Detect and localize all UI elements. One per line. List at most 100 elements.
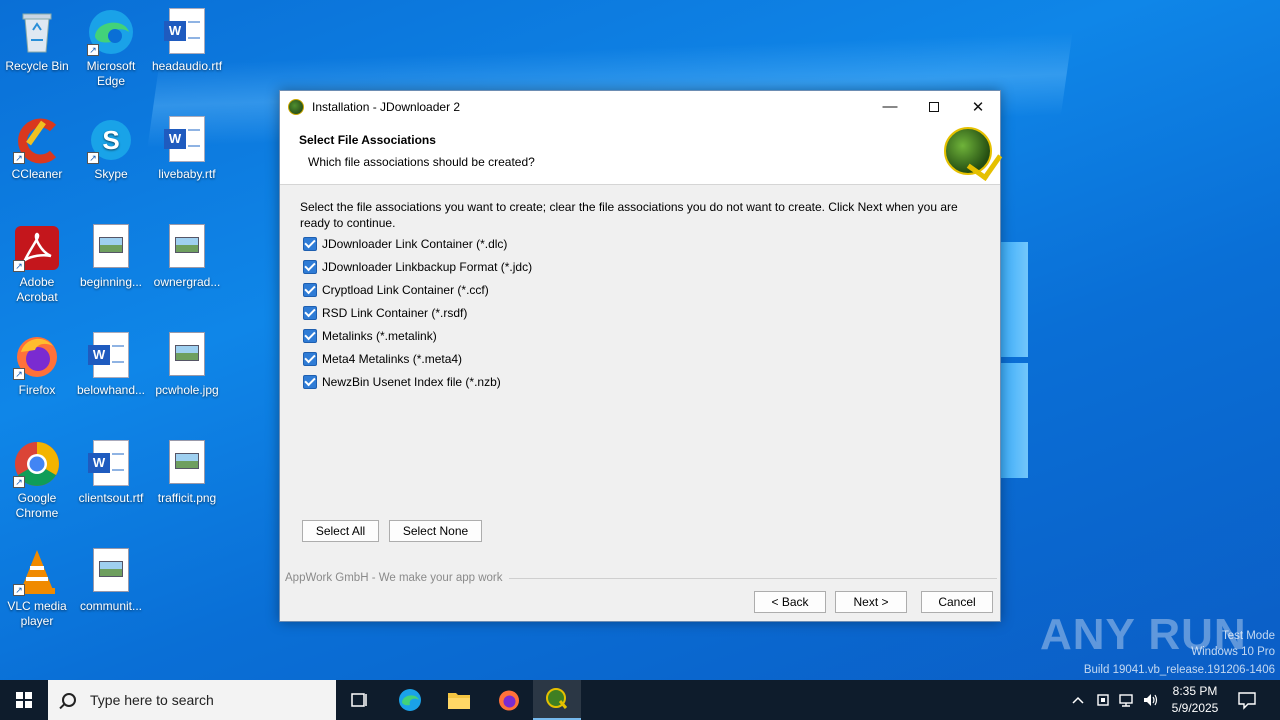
image-file-icon <box>163 224 211 272</box>
checkbox-checked-icon[interactable] <box>303 260 317 274</box>
network-icon <box>1119 694 1133 707</box>
checkbox-checked-icon[interactable] <box>303 237 317 251</box>
shortcut-arrow-icon: ↗ <box>13 476 25 488</box>
desktop-icon-headaudio[interactable]: W headaudio.rtf <box>150 8 224 74</box>
association-metalink[interactable]: Metalinks (*.metalink) <box>303 327 437 345</box>
word-document-icon: W <box>87 440 135 488</box>
wizard-header: Select File Associations Which file asso… <box>280 123 1000 185</box>
page-subtitle: Which file associations should be create… <box>308 155 535 169</box>
tray-network[interactable] <box>1118 680 1136 720</box>
edge-icon <box>399 689 421 711</box>
association-meta4[interactable]: Meta4 Metalinks (*.meta4) <box>303 350 462 368</box>
search-icon <box>62 693 76 707</box>
jdownloader-icon <box>546 688 568 709</box>
maximize-button[interactable] <box>912 91 956 122</box>
taskbar-jdownloader[interactable] <box>533 680 581 720</box>
desktop-icon-belowhand[interactable]: W belowhand... <box>74 332 148 398</box>
association-label: Cryptload Link Container (*.ccf) <box>322 283 489 297</box>
tray-volume[interactable] <box>1142 680 1160 720</box>
desktop-icon-ccleaner[interactable]: ↗ CCleaner <box>0 116 74 182</box>
taskbar-clock[interactable]: 8:35 PM 5/9/2025 <box>1160 683 1230 717</box>
taskbar-file-explorer[interactable] <box>435 680 483 720</box>
skype-icon: S ↗ <box>87 116 135 164</box>
jdownloader-logo-icon <box>944 127 992 175</box>
chrome-icon: ↗ <box>13 440 61 488</box>
select-none-button[interactable]: Select None <box>389 520 482 542</box>
installer-dialog: Installation - JDownloader 2 — ✕ Select … <box>279 90 1001 622</box>
desktop-icon-pcwhole[interactable]: pcwhole.jpg <box>150 332 224 398</box>
association-jdc[interactable]: JDownloader Linkbackup Format (*.jdc) <box>303 258 532 276</box>
taskbar: Type here to search <box>0 680 1280 720</box>
desktop-icon-clientsout[interactable]: W clientsout.rtf <box>74 440 148 506</box>
shortcut-arrow-icon: ↗ <box>87 44 99 56</box>
next-button[interactable]: Next > <box>835 591 907 613</box>
minimize-button[interactable]: — <box>868 91 912 122</box>
instructions-text: Select the file associations you want to… <box>300 200 958 230</box>
desktop-icon-livebaby[interactable]: W livebaby.rtf <box>150 116 224 182</box>
image-file-icon <box>163 332 211 380</box>
cancel-button[interactable]: Cancel <box>921 591 993 613</box>
association-nzb[interactable]: NewzBin Usenet Index file (*.nzb) <box>303 373 501 391</box>
taskbar-edge[interactable] <box>386 680 434 720</box>
clock-time: 8:35 PM <box>1172 684 1218 698</box>
wizard-content: Select the file associations you want to… <box>280 185 1000 621</box>
notification-center-button[interactable] <box>1236 680 1258 720</box>
shortcut-arrow-icon: ↗ <box>13 260 25 272</box>
desktop-icon-chrome[interactable]: ↗ Google Chrome <box>0 440 74 521</box>
window-title: Installation - JDownloader 2 <box>312 100 461 114</box>
select-all-button[interactable]: Select All <box>302 520 379 542</box>
tray-security[interactable] <box>1094 680 1112 720</box>
desktop-icon-trafficit[interactable]: trafficit.png <box>150 440 224 506</box>
desktop-icon-edge[interactable]: ↗ Microsoft Edge <box>74 8 148 89</box>
notification-icon <box>1238 692 1256 710</box>
image-file-icon <box>163 440 211 488</box>
association-label: JDownloader Linkbackup Format (*.jdc) <box>322 260 533 274</box>
image-file-icon <box>87 224 135 272</box>
footer-brand: AppWork GmbH - We make your app work <box>285 572 503 584</box>
acrobat-icon: ↗ <box>13 224 61 272</box>
search-placeholder: Type here to search <box>90 692 214 708</box>
firefox-icon: ↗ <box>13 332 61 380</box>
start-button[interactable] <box>0 680 48 720</box>
desktop-icon-ownergrad[interactable]: ownergrad... <box>150 224 224 290</box>
taskbar-firefox[interactable] <box>485 680 533 720</box>
recycle-bin-icon <box>13 8 61 56</box>
taskbar-search-box[interactable]: Type here to search <box>48 680 336 720</box>
svg-text:S: S <box>102 125 119 155</box>
desktop-icon-communit[interactable]: communit... <box>74 548 148 614</box>
desktop-icon-vlc[interactable]: ↗ VLC media player <box>0 548 74 629</box>
title-bar[interactable]: Installation - JDownloader 2 — ✕ <box>280 91 1000 123</box>
association-label: Metalinks (*.metalink) <box>322 329 437 343</box>
shortcut-arrow-icon: ↗ <box>13 368 25 380</box>
desktop-icon-recycle-bin[interactable]: Recycle Bin <box>0 8 74 74</box>
maximize-icon <box>929 101 939 112</box>
test-mode-text: Test Mode <box>1221 630 1275 642</box>
checkbox-checked-icon[interactable] <box>303 375 317 389</box>
vlc-icon: ↗ <box>13 548 61 596</box>
association-rsdf[interactable]: RSD Link Container (*.rsdf) <box>303 304 467 322</box>
windows-wallpaper-logo <box>1000 240 1030 480</box>
association-dlc[interactable]: JDownloader Link Container (*.dlc) <box>303 235 507 253</box>
shortcut-arrow-icon: ↗ <box>13 584 25 596</box>
checkbox-checked-icon[interactable] <box>303 352 317 366</box>
word-document-icon: W <box>163 8 211 56</box>
shortcut-arrow-icon: ↗ <box>87 152 99 164</box>
association-ccf[interactable]: Cryptload Link Container (*.ccf) <box>303 281 489 299</box>
volume-icon <box>1144 694 1158 706</box>
close-button[interactable]: ✕ <box>956 91 1000 122</box>
desktop-icon-firefox[interactable]: ↗ Firefox <box>0 332 74 398</box>
task-view-button[interactable] <box>336 680 384 720</box>
firefox-icon <box>499 690 519 711</box>
desktop-icon-skype[interactable]: S ↗ Skype <box>74 116 148 182</box>
desktop-icon-acrobat[interactable]: ↗ Adobe Acrobat <box>0 224 74 305</box>
show-hidden-icons-button[interactable] <box>1068 680 1088 720</box>
chevron-up-icon <box>1072 696 1084 704</box>
back-button[interactable]: < Back <box>754 591 826 613</box>
build-text: Build 19041.vb_release.191206-1406 <box>1083 664 1275 676</box>
checkbox-checked-icon[interactable] <box>303 329 317 343</box>
checkbox-checked-icon[interactable] <box>303 306 317 320</box>
folder-icon <box>448 693 470 709</box>
desktop-icon-beginning[interactable]: beginning... <box>74 224 148 290</box>
checkbox-checked-icon[interactable] <box>303 283 317 297</box>
windows-start-icon <box>16 692 32 708</box>
